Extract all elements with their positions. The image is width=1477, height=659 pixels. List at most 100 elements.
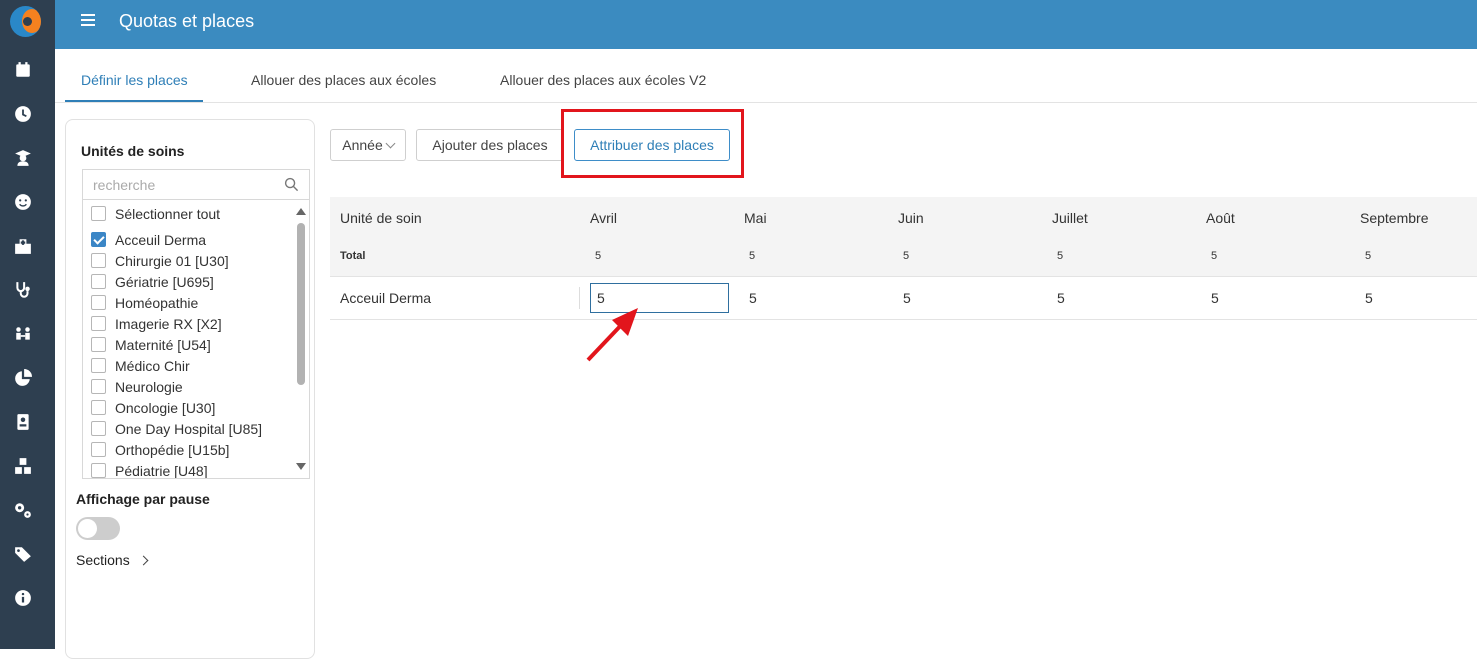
search-icon[interactable] [284,177,299,192]
total-value: 5 [1365,250,1372,262]
care-unit-item[interactable]: Homéopathie [91,292,198,313]
student-icon[interactable] [14,149,32,167]
month-header: Septembre [1360,210,1429,226]
care-unit-label: Orthopédie [U15b] [115,441,230,458]
care-unit-item[interactable]: Maternité [U54] [91,334,211,355]
care-unit-item[interactable]: One Day Hospital [U85] [91,418,262,439]
care-unit-checkbox[interactable] [91,379,106,394]
care-unit-label: Imagerie RX [X2] [115,315,222,332]
month-header: Mai [744,210,767,226]
tab-define-places[interactable]: Définir les places [81,72,188,88]
people-icon[interactable] [14,325,32,343]
calendar-icon[interactable] [14,61,32,79]
tab-allocate-schools-v2[interactable]: Allouer des places aux écoles V2 [500,72,706,88]
places-cell[interactable]: 5 [1057,290,1065,306]
care-unit-label: Médico Chir [115,357,190,374]
total-value: 5 [1211,250,1218,262]
info-icon[interactable] [14,589,32,607]
care-unit-label: Neurologie [115,378,183,395]
pause-display-toggle[interactable] [76,517,120,540]
tab-bar: Définir les places Allouer des places au… [55,49,1477,103]
places-grid: Unité de soin Avril Mai Juin Juillet Aoû… [330,197,1477,320]
care-unit-item[interactable]: Chirurgie 01 [U30] [91,250,229,271]
care-unit-checkbox[interactable] [91,463,106,478]
select-all-checkbox[interactable] [91,206,106,221]
care-unit-checkbox[interactable] [91,337,106,352]
care-unit-label: Acceuil Derma [115,231,207,248]
app-logo-icon[interactable] [10,6,41,37]
page-title: Quotas et places [119,11,255,31]
care-unit-item[interactable]: Oncologie [U30] [91,397,215,418]
care-unit-label: Maternité [U54] [115,336,211,353]
highlight-annotation [561,109,744,178]
month-header: Avril [590,210,617,226]
clock-icon[interactable] [14,105,32,123]
places-cell[interactable]: 5 [1211,290,1219,306]
care-units-panel: Unités de soins Sélectionner tout Acceui… [65,119,315,659]
care-unit-checkbox[interactable] [91,400,106,415]
row-unit-name: Acceuil Derma [340,290,432,306]
care-units-title: Unités de soins [81,143,185,159]
arrow-annotation-icon [586,308,638,362]
unit-column-header: Unité de soin [340,210,422,226]
care-unit-checkbox[interactable] [91,316,106,331]
care-unit-item[interactable]: Gériatrie [U695] [91,271,214,292]
table-row: Acceuil Derma 5 5 5 5 5 [330,277,1477,320]
pause-display-label: Affichage par pause [76,491,210,507]
search-field [82,169,310,200]
scroll-up-arrow-icon[interactable] [296,208,306,215]
total-value: 5 [749,250,756,262]
places-cell[interactable]: 5 [903,290,911,306]
cogs-icon[interactable] [14,501,32,519]
scrollbar-thumb[interactable] [297,223,305,385]
care-unit-label: Chirurgie 01 [U30] [115,252,229,269]
care-units-list: Sélectionner tout Acceuil Derma Chirurgie… [82,200,310,479]
year-dropdown-label: Année [342,137,383,153]
care-unit-checkbox[interactable] [91,274,106,289]
care-unit-checkbox[interactable] [91,295,106,310]
care-unit-checkbox[interactable] [91,232,106,247]
id-card-icon[interactable] [14,413,32,431]
care-unit-label: Homéopathie [115,294,199,311]
pie-chart-icon[interactable] [14,369,32,387]
scroll-down-arrow-icon[interactable] [296,463,306,470]
active-tab-indicator [65,100,203,102]
tags-icon[interactable] [14,545,32,563]
stethoscope-icon[interactable] [14,281,32,299]
care-unit-item[interactable]: Orthopédie [U15b] [91,439,229,460]
places-cell[interactable]: 5 [749,290,757,306]
top-bar: Quotas et places [55,0,1477,49]
add-places-button[interactable]: Ajouter des places [416,129,564,161]
month-header: Juin [898,210,924,226]
hospital-icon[interactable] [14,237,32,255]
care-unit-label: Oncologie [U30] [115,399,216,416]
care-unit-item[interactable]: Acceuil Derma [91,229,206,250]
care-unit-checkbox[interactable] [91,253,106,268]
sidebar [0,0,55,649]
total-value: 5 [595,250,602,262]
care-unit-checkbox[interactable] [91,421,106,436]
tab-allocate-schools[interactable]: Allouer des places aux écoles [251,72,436,88]
care-unit-item[interactable]: Médico Chir [91,355,190,376]
select-all-label: Sélectionner tout [115,205,221,222]
sections-label: Sections [76,552,130,568]
search-input[interactable] [83,170,273,199]
care-unit-item[interactable]: Neurologie [91,376,183,397]
care-unit-item[interactable]: Imagerie RX [X2] [91,313,222,334]
year-dropdown[interactable]: Année [330,129,406,161]
total-value: 5 [1057,250,1064,262]
places-cell[interactable]: 5 [1365,290,1373,306]
care-unit-item[interactable]: Pédiatrie [U48] [91,460,208,478]
grid-header: Unité de soin Avril Mai Juin Juillet Aoû… [330,197,1477,277]
smiley-icon[interactable] [14,193,32,211]
total-label: Total [340,250,366,262]
boxes-icon[interactable] [14,457,32,475]
select-all-item[interactable]: Sélectionner tout [91,203,220,224]
care-unit-checkbox[interactable] [91,442,106,457]
total-value: 5 [903,250,910,262]
care-unit-checkbox[interactable] [91,358,106,373]
sections-link[interactable]: Sections [76,552,149,568]
month-header: Août [1206,210,1235,226]
month-header: Juillet [1052,210,1088,226]
menu-icon[interactable] [81,14,95,28]
